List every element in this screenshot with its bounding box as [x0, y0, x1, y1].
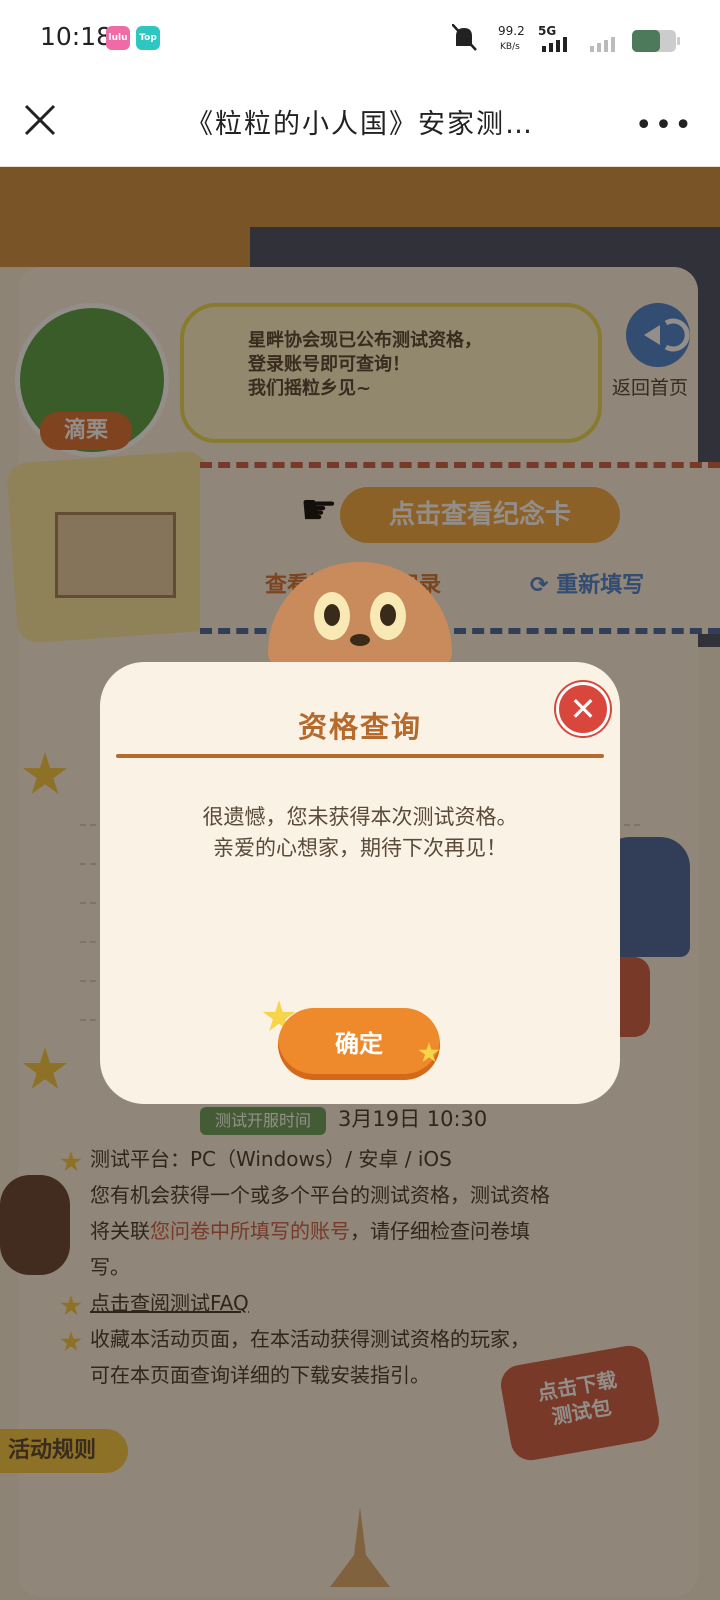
page-title: 《粒粒的小人国》安家测…	[186, 109, 534, 140]
bell-muted-icon	[452, 24, 477, 51]
close-icon[interactable]: ✕	[556, 682, 610, 736]
modal-divider	[116, 754, 604, 758]
nav-bar: 《粒粒的小人国》安家测… •••	[0, 78, 720, 167]
status-bar: 10:18 lulu Top 99.2 KB/s 5G	[0, 0, 720, 78]
qualification-modal: 资格查询 ✕ 很遗憾，您未获得本次测试资格。 亲爱的心想家，期待下次再见！ 确定	[100, 662, 620, 1104]
more-icon[interactable]: •••	[635, 108, 694, 143]
modal-message-line-1: 很遗憾，您未获得本次测试资格。	[202, 805, 518, 829]
confirm-button[interactable]: 确定	[278, 1008, 440, 1080]
net-speed-value: 99.2	[498, 24, 525, 38]
modal-message: 很遗憾，您未获得本次测试资格。 亲爱的心想家，期待下次再见！	[100, 802, 620, 864]
modal-title: 资格查询	[297, 710, 422, 744]
battery-icon	[632, 30, 680, 52]
lulu-app-icon: lulu	[106, 26, 130, 50]
status-time: 10:18	[40, 22, 113, 51]
top-app-icon: Top	[136, 26, 160, 50]
net-speed-unit: KB/s	[500, 42, 520, 52]
modal-message-line-2: 亲爱的心想家，期待下次再见！	[213, 836, 507, 860]
signal-icon	[542, 37, 615, 52]
close-icon[interactable]	[20, 100, 64, 144]
